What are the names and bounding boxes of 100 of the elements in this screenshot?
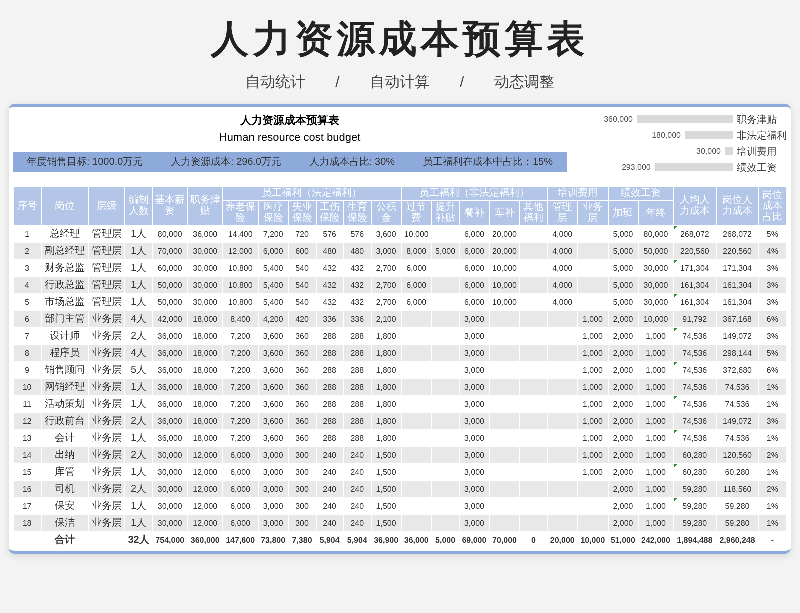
header-cell: 其他福利 bbox=[520, 201, 547, 225]
table-cell: 30,000 bbox=[153, 515, 188, 531]
table-cell: 2 bbox=[14, 243, 41, 259]
table-cell-text: 13 bbox=[22, 432, 33, 444]
table-cell-text: 432 bbox=[350, 262, 366, 274]
header-cell: 业务层 bbox=[578, 201, 608, 225]
table-cell: 288 bbox=[344, 413, 371, 429]
table-cell-text: 财务总监 bbox=[44, 262, 86, 276]
sheet-title: 人力资源成本预算表 bbox=[240, 114, 340, 128]
table-cell-text: 80,000 bbox=[156, 228, 184, 240]
table-cell: 副总经理 bbox=[42, 243, 88, 259]
table-cell-text: 2人 bbox=[130, 330, 148, 344]
table-cell: 管理层 bbox=[89, 243, 124, 259]
table-cell: 60,280 bbox=[674, 447, 716, 463]
table-cell: 10,000 bbox=[490, 277, 520, 293]
table-cell: 36,000 bbox=[153, 379, 188, 395]
table-cell: 1% bbox=[759, 379, 786, 395]
table-cell: 30,000 bbox=[153, 447, 188, 463]
table-cell: 3,000 bbox=[258, 515, 288, 531]
table-cell: 1,000 bbox=[578, 447, 608, 463]
table-cell-text: 300 bbox=[294, 500, 310, 512]
table-cell: 118,560 bbox=[716, 481, 758, 497]
table-cell: 1人 bbox=[125, 243, 152, 259]
table-cell: 1,000 bbox=[638, 515, 674, 531]
table-cell: 288 bbox=[316, 413, 344, 429]
table-cell-text: 6,000 bbox=[463, 296, 486, 308]
table-cell: 161,304 bbox=[674, 277, 716, 293]
table-cell-text: 3,600 bbox=[262, 364, 284, 376]
table-cell-text: 7,200 bbox=[230, 432, 252, 444]
table-cell: 30,000 bbox=[188, 243, 222, 259]
table-cell: 2,000 bbox=[608, 447, 638, 463]
table-cell: 1,500 bbox=[372, 515, 401, 531]
table-cell: 18,000 bbox=[188, 311, 222, 327]
table-cell: 30,000 bbox=[638, 277, 674, 293]
table-cell-text: 3,600 bbox=[262, 432, 284, 444]
table-cell-text: 5,400 bbox=[262, 296, 284, 308]
table-cell-text: 372,680 bbox=[722, 364, 753, 376]
bar-value-label: 360,000 bbox=[604, 115, 633, 124]
table-cell: 3,000 bbox=[460, 481, 490, 497]
table-cell: 288 bbox=[316, 345, 344, 361]
table-cell: 220,560 bbox=[674, 243, 716, 259]
table-cell: 12,000 bbox=[223, 243, 258, 259]
table-cell-text: 300 bbox=[294, 466, 310, 478]
table-cell-text: 30,000 bbox=[642, 296, 670, 308]
table-cell-text: 36,000 bbox=[156, 330, 184, 342]
header-cell: 岗位人力成本 bbox=[716, 187, 758, 225]
table-cell-text: 9 bbox=[24, 364, 30, 376]
table-cell-text: 1% bbox=[766, 466, 780, 478]
table-cell: 36,000 bbox=[153, 413, 188, 429]
table-cell-text: 2,700 bbox=[375, 296, 398, 308]
sheet-subtitle: Human resource cost budget bbox=[219, 132, 361, 144]
table-cell-text: 12,000 bbox=[192, 466, 219, 478]
header-cell: 职务津贴 bbox=[188, 187, 222, 225]
table-cell-text: 1,000 bbox=[582, 330, 604, 342]
table-cell-text: 销售顾问 bbox=[44, 364, 86, 378]
table-cell: 2,000 bbox=[608, 481, 638, 497]
table-cell: 网销经理 bbox=[42, 379, 88, 395]
bar-category-label: 非法定福利 bbox=[737, 131, 787, 142]
table-cell-text: 1人 bbox=[130, 228, 148, 242]
table-cell: 336 bbox=[316, 311, 344, 327]
table-cell: 120,560 bbox=[716, 447, 758, 463]
table-cell: 2,000 bbox=[608, 515, 638, 531]
table-cell-text: 2,000 bbox=[612, 364, 634, 376]
table-cell-text: 10,800 bbox=[227, 262, 254, 274]
table-cell: 3% bbox=[759, 277, 786, 293]
table-cell: 288 bbox=[316, 379, 344, 395]
table-cell-text: 36,000 bbox=[156, 364, 184, 376]
table-cell-text: 4,000 bbox=[552, 296, 574, 308]
header-cell: 管理层 bbox=[548, 201, 578, 225]
table-cell-text: 2,700 bbox=[375, 262, 398, 274]
table-cell: 5,400 bbox=[258, 277, 288, 293]
table-cell: 2人 bbox=[125, 413, 152, 429]
table-cell: 2,700 bbox=[372, 277, 401, 293]
table-cell-text: 6,000 bbox=[406, 262, 428, 274]
table-cell-text: 360 bbox=[294, 432, 310, 444]
table-cell-text: 60,000 bbox=[156, 262, 184, 274]
table-cell-text: 288 bbox=[350, 432, 366, 444]
table-cell-text: 5% bbox=[766, 228, 780, 240]
table-cell: 360 bbox=[288, 413, 316, 429]
table-cell-text: 1 bbox=[24, 228, 30, 240]
header-cell: 员工福利（非法定福利） bbox=[402, 187, 547, 200]
bar-value-label: 180,000 bbox=[652, 131, 681, 140]
table-cell-text: 74,536 bbox=[724, 398, 751, 410]
table-cell: 管理层 bbox=[89, 277, 124, 293]
table-cell: 240 bbox=[316, 447, 344, 463]
table-cell: 3,000 bbox=[372, 243, 401, 259]
header-cell: 车补 bbox=[490, 201, 520, 225]
summary-stat: 人力成本占比: 30% bbox=[310, 156, 396, 169]
header-cell: 养老保险 bbox=[223, 201, 258, 225]
table-cell-text: 360 bbox=[294, 364, 310, 376]
table-cell-text: 7,200 bbox=[262, 228, 284, 240]
table-cell: 2,000 bbox=[608, 345, 638, 361]
table-cell: 50,000 bbox=[638, 243, 674, 259]
table-cell: 18,000 bbox=[188, 413, 222, 429]
header-cell: 绩效工资 bbox=[608, 187, 674, 200]
table-cell-text: 7 bbox=[24, 330, 30, 342]
table-cell: 1,500 bbox=[372, 447, 401, 463]
table-cell-text: 60,280 bbox=[724, 466, 751, 478]
table-cell: 5,000 bbox=[432, 243, 459, 259]
table-cell: 42,000 bbox=[153, 311, 188, 327]
